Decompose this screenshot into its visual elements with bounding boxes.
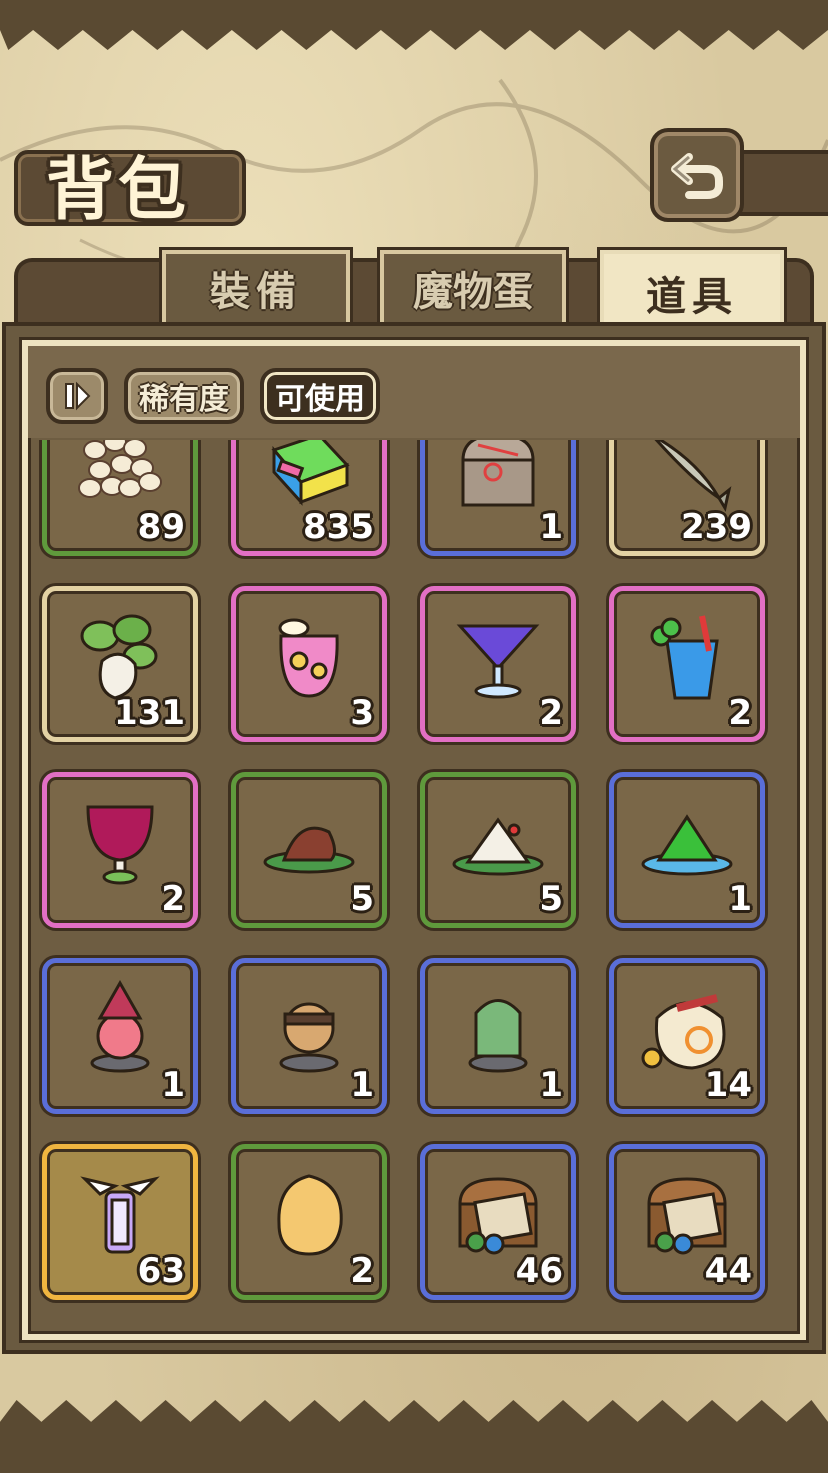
green-gem-icon: [636, 791, 738, 893]
tab-items-label: 道具: [646, 274, 738, 320]
treasure-chest-scroll-icon: [636, 1163, 738, 1265]
item-quantity: 89: [137, 507, 185, 547]
winged-lantern-icon: [69, 1163, 171, 1265]
tab-monster-eggs[interactable]: 魔物蛋: [380, 250, 566, 326]
item-grid: 89 835 1 239 131 3 2 2 2 5 5 1 1 1 1 14 63 2 46 44: [28, 440, 800, 1334]
item-slot[interactable]: 5: [420, 772, 576, 928]
item-quantity: 5: [539, 879, 563, 919]
item-quantity: 835: [303, 507, 374, 547]
item-quantity: 2: [161, 879, 185, 919]
item-slot[interactable]: 5: [231, 772, 387, 928]
treasure-chest-scroll-icon: [447, 1163, 549, 1265]
item-quantity: 14: [704, 1065, 752, 1105]
item-quantity: 131: [114, 693, 185, 733]
meat-dumpling-icon: [258, 791, 360, 893]
radish-icon: [69, 605, 171, 707]
item-quantity: 44: [704, 1251, 752, 1291]
fruit-soda-icon: [258, 605, 360, 707]
item-slot[interactable]: 131: [42, 586, 198, 742]
item-quantity: 5: [350, 879, 374, 919]
tab-equipment-label: 裝備: [210, 269, 302, 315]
inventory-panel: 稀有度 可使用 89 835 1 239 131 3 2 2 2 5 5 1 1 1 1 14 63 2 46 44: [2, 322, 826, 1354]
bottom-border: [0, 1400, 828, 1473]
item-slot[interactable]: 14: [609, 958, 765, 1114]
item-quantity: 1: [161, 1065, 185, 1105]
item-quantity: 63: [137, 1251, 185, 1291]
clover-drink-icon: [636, 605, 738, 707]
witch-figure-icon: [69, 977, 171, 1079]
item-slot[interactable]: 1: [609, 772, 765, 928]
item-slot[interactable]: 3: [231, 586, 387, 742]
item-quantity: 1: [539, 507, 563, 547]
page-title: 背包: [46, 151, 191, 230]
item-quantity: 3: [350, 693, 374, 733]
stone-chest-icon: [447, 440, 549, 521]
item-quantity: 46: [515, 1251, 563, 1291]
cocktail-glass-icon: [447, 605, 549, 707]
item-slot[interactable]: 2: [420, 586, 576, 742]
item-quantity: 2: [728, 693, 752, 733]
filter-usable-label: 可使用: [275, 382, 365, 417]
sort-toggle-button[interactable]: [46, 368, 108, 424]
item-slot[interactable]: 44: [609, 1144, 765, 1300]
item-slot[interactable]: 2: [231, 1144, 387, 1300]
item-slot[interactable]: 1: [420, 958, 576, 1114]
item-slot[interactable]: 1: [231, 958, 387, 1114]
knight-figure-icon: [447, 977, 549, 1079]
filter-usable-button[interactable]: 可使用: [260, 368, 380, 424]
return-arrow-icon: [671, 153, 723, 199]
tab-monster-eggs-label: 魔物蛋: [413, 269, 533, 315]
item-slot[interactable]: 239: [609, 440, 765, 556]
filter-bar: 稀有度 可使用: [28, 346, 800, 438]
filter-rarity-label: 稀有度: [139, 382, 229, 417]
back-button[interactable]: [650, 128, 744, 222]
item-slot[interactable]: 1: [420, 440, 576, 556]
item-quantity: 1: [539, 1065, 563, 1105]
item-slot[interactable]: 2: [609, 586, 765, 742]
item-slot[interactable]: 89: [42, 440, 198, 556]
rice-dumpling-icon: [447, 791, 549, 893]
item-quantity: 2: [539, 693, 563, 733]
ninja-figure-icon: [258, 977, 360, 1079]
item-quantity: 239: [681, 507, 752, 547]
tab-equipment[interactable]: 裝備: [162, 250, 350, 326]
red-goblet-icon: [69, 791, 171, 893]
item-slot[interactable]: 2: [42, 772, 198, 928]
coin-sack-icon: [636, 977, 738, 1079]
filter-rarity-button[interactable]: 稀有度: [124, 368, 244, 424]
item-quantity: 1: [728, 879, 752, 919]
item-slot[interactable]: 835: [231, 440, 387, 556]
item-quantity: 1: [350, 1065, 374, 1105]
sort-order-icon: [65, 381, 91, 411]
item-slot[interactable]: 46: [420, 1144, 576, 1300]
item-slot[interactable]: 1: [42, 958, 198, 1114]
inventory-frame: 稀有度 可使用 89 835 1 239 131 3 2 2 2 5 5 1 1 1 1 14 63 2 46 44: [22, 340, 806, 1340]
potato-icon: [258, 1163, 360, 1265]
item-quantity: 2: [350, 1251, 374, 1291]
item-slot[interactable]: 63: [42, 1144, 198, 1300]
